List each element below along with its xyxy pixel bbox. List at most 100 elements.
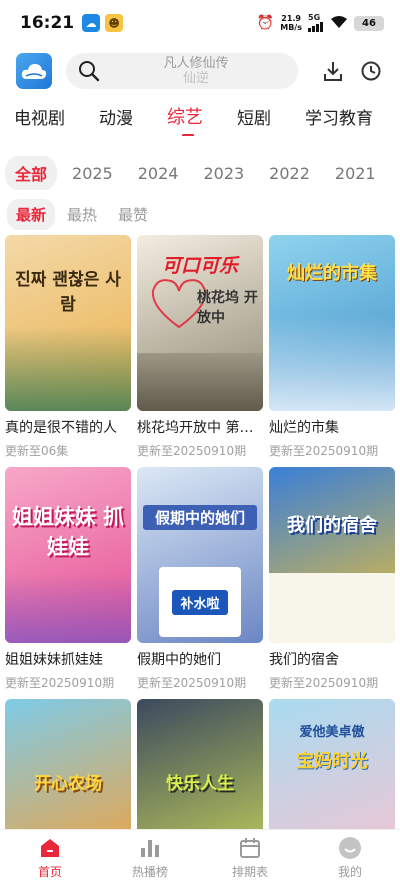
poster-title: 진짜 괜찮은 사람 bbox=[15, 270, 121, 315]
show-card[interactable]: 快乐人生 bbox=[137, 699, 263, 829]
show-card[interactable]: 姐姐妹妹 抓娃娃 姐姐妹妹抓娃娃 更新至20250910期 bbox=[5, 467, 131, 691]
show-update: 更新至20250910期 bbox=[269, 676, 379, 690]
show-update: 更新至20250910期 bbox=[5, 676, 115, 690]
nav-trending[interactable]: 热播榜 bbox=[100, 830, 200, 889]
nav-label: 排期表 bbox=[231, 865, 268, 879]
tab-anime[interactable]: 动漫 bbox=[99, 104, 133, 129]
speed-value: 21.9 bbox=[281, 14, 301, 23]
year-filter-2021[interactable]: 2021 bbox=[325, 158, 386, 189]
show-title: 灿烂的市集 bbox=[269, 420, 339, 436]
show-card[interactable]: 可口可乐 桃花坞 开放中 桃花坞开放中 第五季 更新至20250910期 bbox=[137, 235, 263, 459]
nav-schedule[interactable]: 排期表 bbox=[200, 830, 300, 889]
show-update: 更新至06集 bbox=[5, 444, 69, 458]
cloud-icon bbox=[21, 64, 47, 79]
poster-title: 姐姐妹妹 抓娃娃 bbox=[11, 505, 125, 559]
poster-title: 我们的宿舍 bbox=[287, 515, 377, 536]
nav-label: 热播榜 bbox=[131, 865, 168, 879]
poster-title: 灿烂的市集 bbox=[287, 263, 377, 284]
tab-short-drama[interactable]: 短剧 bbox=[237, 104, 271, 129]
history-button[interactable] bbox=[356, 56, 386, 86]
show-poster[interactable]: 灿烂的市集 bbox=[269, 235, 395, 411]
year-filter-2024[interactable]: 2024 bbox=[128, 158, 189, 189]
poster-title: 开心农场 bbox=[34, 774, 102, 794]
year-filter-all[interactable]: 全部 bbox=[5, 156, 58, 190]
show-poster[interactable]: 假期中的她们 补水啦 bbox=[137, 467, 263, 643]
app-logo[interactable] bbox=[16, 53, 52, 89]
poster-farm-scene bbox=[137, 353, 263, 411]
show-card[interactable]: 开心农场 bbox=[5, 699, 131, 829]
show-card[interactable]: 진짜 괜찮은 사람 真的是很不错的人 更新至06集 bbox=[5, 235, 131, 459]
nav-profile[interactable]: 我的 bbox=[300, 830, 400, 889]
speed-unit: MB/s bbox=[280, 23, 302, 32]
sort-filter: 最新 最热 最赞 bbox=[0, 198, 400, 230]
show-card[interactable]: 假期中的她们 补水啦 假期中的她们 更新至20250910期 bbox=[137, 467, 263, 691]
bottom-nav: 首页 热播榜 排期表 我的 bbox=[0, 829, 400, 889]
profile-icon bbox=[339, 837, 361, 859]
battery-icon: 46 bbox=[354, 15, 384, 31]
tab-tv-series[interactable]: 电视剧 bbox=[14, 104, 65, 129]
poster-people-band bbox=[269, 315, 395, 411]
sort-latest[interactable]: 最新 bbox=[7, 198, 56, 230]
show-poster[interactable]: 开心农场 bbox=[5, 699, 131, 829]
search-icon bbox=[79, 61, 100, 82]
poster-brand: 爱他美卓傲 bbox=[299, 725, 365, 740]
status-time: 16:21 bbox=[20, 13, 75, 33]
poster-title: 宝妈时光 bbox=[296, 751, 368, 772]
show-grid: 진짜 괜찮은 사람 真的是很不错的人 更新至06集 可口可乐 桃花坞 开放中 桃… bbox=[5, 235, 395, 829]
show-update: 更新至20250910期 bbox=[137, 676, 247, 690]
download-icon bbox=[324, 62, 342, 81]
show-update: 更新至20250910期 bbox=[269, 444, 379, 458]
poster-sponsor-panel: 补水啦 bbox=[159, 567, 241, 637]
year-filter-2023[interactable]: 2023 bbox=[193, 158, 254, 189]
poster-brand: 可口可乐 bbox=[161, 255, 238, 277]
calendar-icon bbox=[240, 838, 260, 858]
poster-title: 快乐人生 bbox=[166, 774, 234, 794]
year-filter: 全部 2025 2024 2023 2022 2021 20 bbox=[0, 156, 400, 190]
download-button[interactable] bbox=[318, 56, 348, 86]
show-card[interactable]: 爱他美卓傲 宝妈时光 bbox=[269, 699, 395, 829]
show-title: 假期中的她们 bbox=[137, 652, 221, 668]
category-tabs: 电视剧 动漫 综艺 短剧 学习教育 bbox=[0, 96, 400, 136]
show-title: 姐姐妹妹抓娃娃 bbox=[5, 652, 103, 668]
show-update: 更新至20250910期 bbox=[137, 444, 247, 458]
placeholder-line2: 仙逆 bbox=[182, 71, 209, 86]
history-icon bbox=[361, 61, 381, 81]
show-title: 真的是很不错的人 bbox=[5, 420, 117, 436]
show-poster[interactable]: 姐姐妹妹 抓娃娃 bbox=[5, 467, 131, 643]
poster-people-band bbox=[5, 327, 131, 411]
show-poster[interactable]: 진짜 괜찮은 사람 bbox=[5, 235, 131, 411]
app-notification-icon: ☁ bbox=[82, 14, 101, 32]
game-notification-icon: ☻ bbox=[105, 14, 124, 32]
show-poster[interactable]: 可口可乐 桃花坞 开放中 bbox=[137, 235, 263, 411]
show-card[interactable]: 灿烂的市集 灿烂的市集 更新至20250910期 bbox=[269, 235, 395, 459]
status-bar: 16:21 ☁ ☻ ⏰ 21.9 MB/s 5G 46 bbox=[0, 0, 400, 46]
year-filter-2022[interactable]: 2022 bbox=[259, 158, 320, 189]
show-title: 我们的宿舍 bbox=[269, 652, 339, 668]
tab-education[interactable]: 学习教育 bbox=[305, 104, 373, 129]
network-speed: 21.9 MB/s bbox=[280, 14, 302, 32]
alarm-icon: ⏰ bbox=[256, 15, 275, 31]
home-icon bbox=[41, 839, 59, 857]
search-placeholder: 凡人修仙传 仙逆 bbox=[136, 56, 256, 86]
search-bar[interactable]: 凡人修仙传 仙逆 bbox=[66, 53, 298, 89]
show-poster[interactable]: 爱他美卓傲 宝妈时光 bbox=[269, 699, 395, 829]
nav-home[interactable]: 首页 bbox=[0, 830, 100, 889]
show-poster[interactable]: 快乐人生 bbox=[137, 699, 263, 829]
show-poster[interactable]: 我们的宿舍 bbox=[269, 467, 395, 643]
wifi-icon bbox=[330, 14, 348, 33]
placeholder-line1: 凡人修仙传 bbox=[163, 56, 229, 71]
tab-variety[interactable]: 综艺 bbox=[167, 103, 203, 136]
sort-most-liked[interactable]: 最赞 bbox=[109, 199, 157, 230]
chart-icon bbox=[141, 840, 159, 857]
sort-hottest[interactable]: 最热 bbox=[58, 199, 106, 230]
year-filter-2025[interactable]: 2025 bbox=[62, 158, 123, 189]
show-title: 桃花坞开放中 第五季 bbox=[137, 420, 263, 436]
signal-icon: 5G bbox=[308, 14, 324, 32]
poster-title: 假期中的她们 bbox=[143, 505, 257, 530]
year-filter-more[interactable]: 20 bbox=[391, 158, 400, 189]
nav-label: 我的 bbox=[337, 865, 362, 879]
poster-sponsor-panel bbox=[269, 573, 395, 643]
show-card[interactable]: 我们的宿舍 我们的宿舍 更新至20250910期 bbox=[269, 467, 395, 691]
poster-brand: 补水啦 bbox=[172, 589, 228, 615]
top-bar: 凡人修仙传 仙逆 bbox=[0, 50, 400, 92]
